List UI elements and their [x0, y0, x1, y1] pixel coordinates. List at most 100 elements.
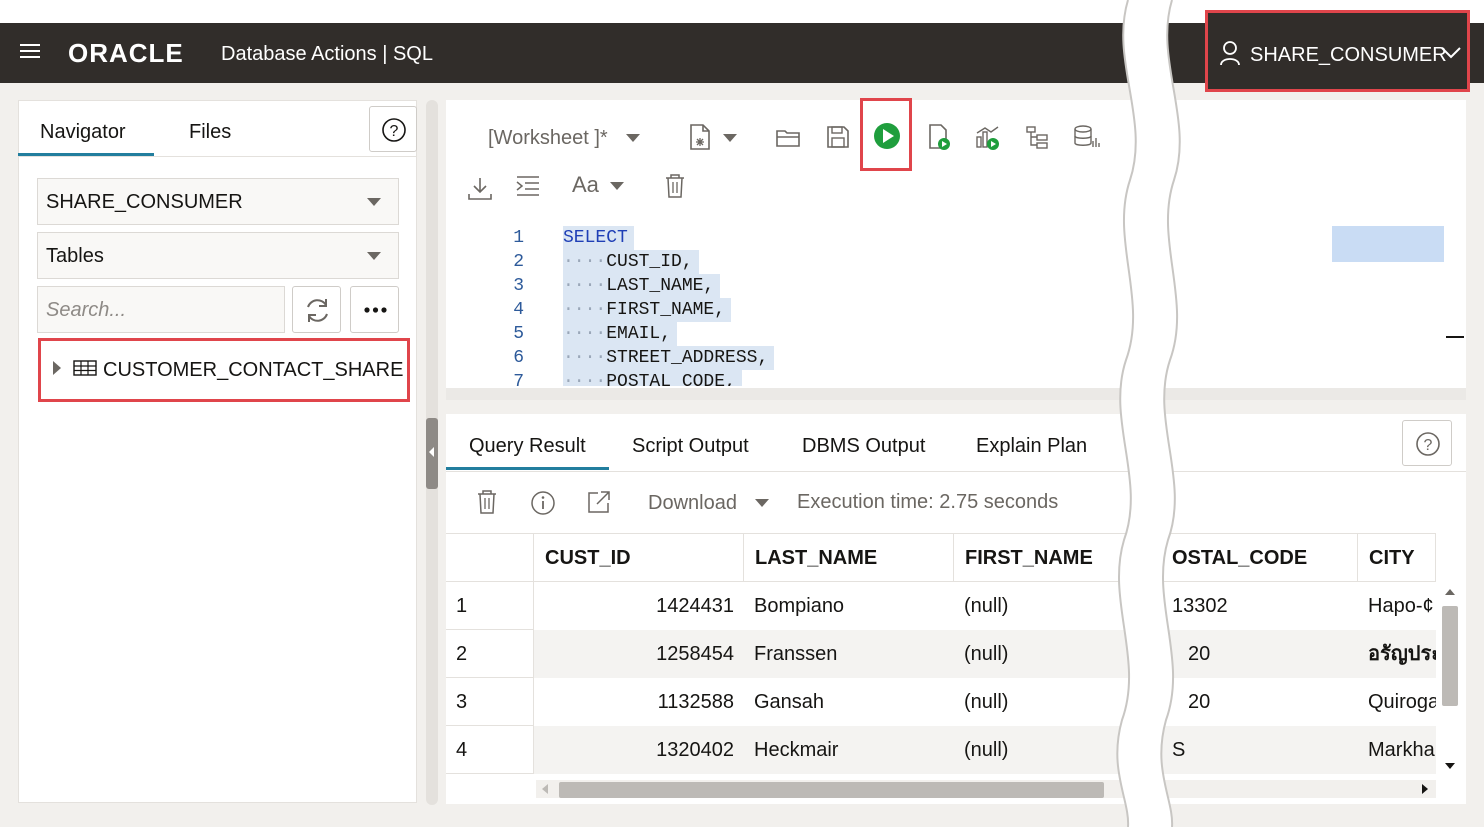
- cell-city[interactable]: อรัญประ: [1358, 630, 1436, 678]
- horizontal-scroll-thumb[interactable]: [559, 782, 1104, 798]
- worksheet-select[interactable]: [Worksheet ]*: [488, 126, 608, 150]
- run-highlight-box: [860, 98, 912, 171]
- autotrace-icon[interactable]: [974, 123, 1002, 151]
- explain-plan-icon[interactable]: [1023, 123, 1051, 151]
- refresh-icon: [307, 299, 328, 322]
- line-number: 2: [513, 252, 524, 272]
- results-grid: CUST_ID LAST_NAME FIRST_NAME OSTAL_CODE …: [446, 533, 1436, 784]
- tab-divider: [446, 471, 1466, 472]
- tab-dbms-output[interactable]: DBMS Output: [802, 434, 925, 458]
- indent-guide: ····: [563, 300, 607, 320]
- editor-horizontal-scrollbar[interactable]: [446, 388, 1466, 400]
- code-line: SELECT: [563, 226, 634, 250]
- line-number: 3: [513, 276, 524, 296]
- cell-cust-id[interactable]: 1258454: [534, 630, 744, 678]
- schema-select-value: SHARE_CONSUMER: [46, 191, 243, 213]
- cell-city[interactable]: Quiroga: [1358, 678, 1436, 726]
- save-icon[interactable]: [824, 123, 852, 151]
- row-number: 1: [446, 582, 534, 630]
- row-number: 3: [446, 678, 534, 726]
- chevron-down-icon[interactable]: [610, 182, 624, 190]
- code-line: EMAIL,: [606, 324, 672, 344]
- tab-explain-plan[interactable]: Explain Plan: [976, 434, 1087, 458]
- svg-text:?: ?: [390, 123, 399, 140]
- cell-cust-id[interactable]: 1132588: [534, 678, 744, 726]
- cell-last-name[interactable]: Bompiano: [744, 582, 954, 630]
- table-row[interactable]: 2 1258454 Franssen (null) 20 อรัญประ: [446, 630, 1436, 678]
- object-type-select-value: Tables: [46, 245, 104, 267]
- hamburger-menu-icon[interactable]: [20, 44, 40, 60]
- tab-query-result[interactable]: Query Result: [469, 434, 586, 458]
- schema-select[interactable]: SHARE_CONSUMER: [37, 178, 399, 225]
- code-line: POSTAL_CODE,: [606, 372, 736, 386]
- column-header[interactable]: LAST_NAME: [744, 534, 954, 582]
- download-icon[interactable]: [466, 174, 494, 202]
- refresh-button[interactable]: [292, 286, 341, 333]
- editor-minimap[interactable]: [1332, 226, 1444, 262]
- cell-city[interactable]: Markha: [1358, 726, 1436, 774]
- torn-edge-divider: [1116, 0, 1181, 827]
- object-type-select[interactable]: Tables: [37, 232, 399, 279]
- chevron-down-icon[interactable]: [1440, 44, 1462, 62]
- run-script-icon[interactable]: [925, 123, 953, 151]
- chevron-down-icon: [367, 198, 381, 206]
- line-number: 5: [513, 324, 524, 344]
- code-line: CUST_ID,: [606, 252, 693, 272]
- results-help-button[interactable]: ?: [1402, 420, 1452, 466]
- chevron-down-icon: [367, 252, 381, 260]
- tree-item-customer-contact-share[interactable]: CUSTOMER_CONTACT_SHARE: [103, 358, 403, 382]
- collapse-arrow-icon[interactable]: [428, 446, 436, 458]
- open-in-new-window-icon[interactable]: [585, 488, 613, 516]
- open-folder-icon[interactable]: [774, 123, 802, 151]
- new-file-icon[interactable]: [686, 123, 714, 151]
- ellipsis-icon: [364, 307, 387, 313]
- chevron-down-icon[interactable]: [755, 499, 769, 507]
- table-row[interactable]: 3 1132588 Gansah (null) 20 Quiroga: [446, 678, 1436, 726]
- tab-script-output[interactable]: Script Output: [632, 434, 749, 458]
- active-tab-indicator: [446, 467, 609, 470]
- more-actions-button[interactable]: [350, 286, 399, 333]
- cell-city[interactable]: Hapo-¢: [1358, 582, 1436, 630]
- database-stats-icon[interactable]: [1072, 123, 1100, 151]
- expand-arrow-icon[interactable]: [51, 360, 63, 376]
- cell-cust-id[interactable]: 1424431: [534, 582, 744, 630]
- line-number: 4: [513, 300, 524, 320]
- clear-trash-icon[interactable]: [661, 172, 689, 200]
- format-indent-icon[interactable]: [514, 172, 542, 200]
- cell-last-name[interactable]: Gansah: [744, 678, 954, 726]
- chevron-down-icon[interactable]: [723, 134, 737, 142]
- table-row[interactable]: 4 1320402 Heckmair (null) S Markha: [446, 726, 1436, 774]
- minimap-slider[interactable]: [1446, 336, 1464, 338]
- clear-results-trash-icon[interactable]: [473, 488, 501, 516]
- app-title: Database Actions | SQL: [221, 43, 433, 65]
- sql-editor[interactable]: 1 2 3 4 5 6 7 SELECT ····CUST_ID, ····LA…: [446, 226, 1466, 386]
- info-icon[interactable]: [529, 489, 557, 517]
- indent-guide: ····: [563, 348, 607, 368]
- line-number: 7: [513, 372, 524, 386]
- code-line: LAST_NAME,: [606, 276, 715, 296]
- user-menu-button[interactable]: SHARE_CONSUMER: [1250, 43, 1447, 67]
- user-icon[interactable]: [1219, 40, 1241, 66]
- font-size-button[interactable]: Aa: [572, 172, 599, 198]
- download-dropdown[interactable]: Download: [648, 491, 737, 515]
- cell-last-name[interactable]: Franssen: [744, 630, 954, 678]
- row-number-header: [446, 534, 534, 582]
- table-row[interactable]: 1 1424431 Bompiano (null) 13302 Hapo-¢: [446, 582, 1436, 630]
- table-icon: [73, 360, 97, 376]
- column-header[interactable]: CITY: [1358, 534, 1436, 582]
- oracle-logo: ORACLE: [68, 38, 184, 68]
- cell-last-name[interactable]: Heckmair: [744, 726, 954, 774]
- editor-toolbar: [446, 100, 1466, 227]
- help-icon: ?: [1416, 432, 1440, 456]
- tab-divider: [18, 156, 417, 157]
- indent-guide: ····: [563, 252, 607, 272]
- search-input[interactable]: Search...: [37, 286, 285, 333]
- vertical-scroll-thumb[interactable]: [1442, 606, 1458, 706]
- execution-time: Execution time: 2.75 seconds: [797, 491, 1059, 513]
- cell-cust-id[interactable]: 1320402: [534, 726, 744, 774]
- tab-navigator[interactable]: Navigator: [40, 120, 126, 144]
- navigator-help-button[interactable]: ?: [369, 106, 417, 152]
- row-number: 2: [446, 630, 534, 678]
- tab-files[interactable]: Files: [189, 120, 231, 144]
- column-header[interactable]: CUST_ID: [534, 534, 744, 582]
